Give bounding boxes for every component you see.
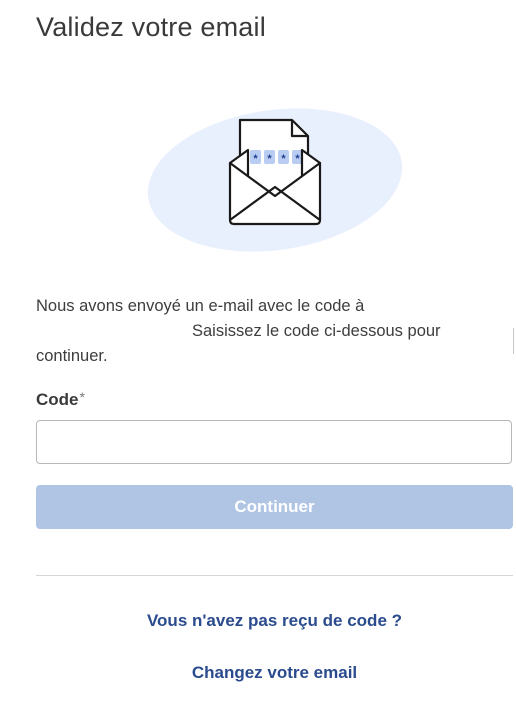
page-title: Validez votre email	[36, 12, 266, 42]
code-input[interactable]	[36, 420, 512, 464]
scrollbar-thumb[interactable]	[513, 328, 514, 354]
divider	[36, 575, 513, 576]
change-email-link[interactable]: Changez votre email	[36, 663, 513, 683]
code-char-1: *	[253, 153, 258, 165]
code-char-4: *	[295, 153, 300, 165]
envelope-code-illustration: * * * *	[147, 108, 403, 252]
code-char-3: *	[281, 153, 286, 165]
code-char-2: *	[267, 153, 272, 165]
resend-code-link[interactable]: Vous n'avez pas reçu de code ?	[36, 611, 513, 631]
code-label-text: Code	[36, 390, 79, 409]
required-asterisk: *	[79, 389, 85, 405]
instructions-line-3: continuer.	[36, 347, 108, 365]
instructions-text: Nous avons envoyé un e-mail avec le code…	[36, 294, 506, 369]
code-label: Code*	[36, 389, 85, 410]
continue-button[interactable]: Continuer	[36, 485, 513, 529]
instructions-line-2: Saisissez le code ci-dessous pour	[192, 322, 441, 340]
instructions-line-1: Nous avons envoyé un e-mail avec le code…	[36, 297, 365, 315]
